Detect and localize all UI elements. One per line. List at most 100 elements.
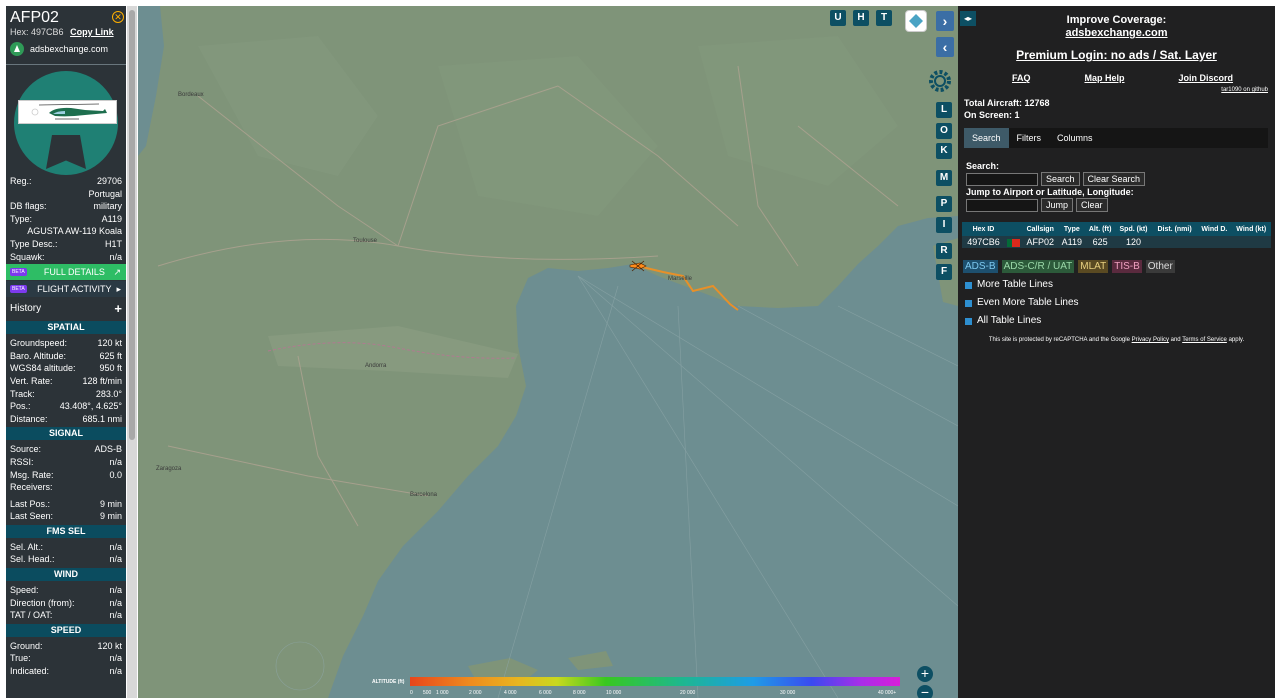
detail-key: WGS84 altitude:	[10, 363, 76, 374]
close-icon[interactable]: ✕	[112, 11, 124, 23]
detail-row: Baro. Altitude: 625 ft	[6, 350, 126, 363]
copy-link-button[interactable]: Copy Link	[70, 27, 114, 37]
detail-row: Indicated: n/a	[6, 665, 126, 678]
column-header[interactable]: Dist. (nmi)	[1151, 222, 1198, 236]
collapse-sidebar-button[interactable]: ›	[936, 11, 954, 31]
info-row: Reg.: 29706	[10, 176, 122, 186]
detail-key: Baro. Altitude:	[10, 350, 67, 361]
zoom-out-button[interactable]: −	[917, 685, 933, 698]
search-input[interactable]	[966, 172, 1038, 186]
checkbox-icon[interactable]	[965, 299, 972, 307]
tab-filters[interactable]: Filters	[1009, 128, 1050, 148]
altitude-legend-title: ALTITUDE (ft)	[372, 679, 405, 685]
toolbar-button-l[interactable]: L	[936, 102, 952, 118]
privacy-policy-link[interactable]: Privacy Policy	[1132, 337, 1169, 343]
toolbar-button-m[interactable]: M	[936, 170, 952, 186]
aircraft-photo[interactable]	[18, 100, 117, 124]
detail-key: Track:	[10, 388, 35, 399]
column-header[interactable]: Spd. (kt)	[1115, 222, 1152, 236]
settings-gear-icon[interactable]	[925, 66, 955, 96]
section-header: WIND	[6, 568, 126, 582]
improve-link[interactable]: adsbexchange.com	[958, 27, 1275, 40]
map-canvas[interactable]	[138, 6, 958, 698]
toolbar-button-p[interactable]: P	[936, 196, 952, 212]
scrollbar-thumb[interactable]	[129, 10, 135, 440]
detail-value: n/a	[109, 610, 122, 621]
on-screen-count: On Screen: 1	[964, 110, 1020, 120]
detail-value: n/a	[109, 653, 122, 664]
toolbar-button-k[interactable]: K	[936, 143, 952, 159]
search-button[interactable]: Search	[1041, 172, 1080, 186]
toolbar-button-u[interactable]: U	[830, 10, 846, 26]
toolbar-button-h[interactable]: H	[853, 10, 869, 26]
column-header[interactable]: Wind (kt)	[1231, 222, 1271, 236]
cell-wind-dir	[1197, 236, 1232, 248]
column-header[interactable]: Callsign	[1022, 222, 1059, 236]
toolbar-button-i[interactable]: I	[936, 217, 952, 233]
detail-value: 685.1 nmi	[82, 413, 122, 424]
more-table-lines-option[interactable]: More Table Lines	[958, 279, 1275, 291]
table-row[interactable]: 497CB6 AFP02 A119 625 120	[962, 236, 1271, 248]
detail-key: Vert. Rate:	[10, 375, 53, 386]
beta-badge: BETA	[10, 285, 27, 294]
detail-key: Indicated:	[10, 666, 50, 677]
history-toggle[interactable]: History +	[6, 298, 126, 319]
tab-columns[interactable]: Columns	[1049, 128, 1101, 148]
brand-label: adsbexchange.com	[30, 44, 109, 54]
altitude-legend: ALTITUDE (ft) 0 500 1 000 2 000 4 000 6 …	[370, 674, 910, 698]
clear-search-button[interactable]: Clear Search	[1082, 172, 1146, 186]
detail-key: Source:	[10, 444, 42, 455]
history-label: History	[10, 303, 42, 315]
checkbox-icon[interactable]	[965, 281, 972, 289]
terms-link[interactable]: Terms of Service	[1182, 337, 1227, 343]
discord-link[interactable]: Join Discord	[1178, 73, 1233, 83]
column-header[interactable]: Wind D.	[1197, 222, 1232, 236]
column-header[interactable]	[1004, 222, 1023, 236]
source-other: Other	[1145, 260, 1175, 273]
toolbar-button-r[interactable]: R	[936, 243, 952, 259]
full-details-button[interactable]: BETA FULL DETAILS ↗	[6, 264, 126, 281]
premium-login-link[interactable]: Premium Login: no ads / Sat. Layer	[958, 48, 1275, 62]
faq-link[interactable]: FAQ	[1012, 73, 1031, 83]
even-more-table-lines-option[interactable]: Even More Table Lines	[958, 297, 1275, 309]
plus-icon: +	[114, 301, 122, 317]
toolbar-button-f[interactable]: F	[936, 264, 952, 280]
tab-search[interactable]: Search	[964, 128, 1009, 148]
zoom-in-button[interactable]: +	[917, 666, 933, 682]
info-row: Squawk: n/a	[10, 251, 122, 262]
jump-input[interactable]	[966, 198, 1038, 212]
full-details-label: FULL DETAILS	[43, 267, 105, 278]
search-label: Search:	[966, 161, 1000, 171]
detail-key: Ground:	[10, 640, 43, 651]
detail-key: Direction (from):	[10, 597, 75, 608]
toolbar-button-o[interactable]: O	[936, 123, 952, 139]
toolbar-button-t[interactable]: T	[876, 10, 892, 26]
layers-icon	[909, 14, 923, 28]
column-header[interactable]: Alt. (ft)	[1085, 222, 1116, 236]
source-mlat: MLAT	[1078, 260, 1109, 273]
column-header[interactable]: Hex ID	[962, 222, 1005, 236]
github-link[interactable]: tar1090 on github	[958, 87, 1275, 93]
section-header: SPEED	[6, 623, 126, 637]
city-label: Marseille	[668, 276, 693, 282]
map-help-link[interactable]: Map Help	[1084, 73, 1124, 83]
detail-value: n/a	[109, 597, 122, 608]
checkbox-icon[interactable]	[965, 317, 972, 325]
expand-sidebar-button[interactable]: ‹	[936, 37, 954, 57]
flight-activity-label: FLIGHT ACTIVITY	[37, 284, 112, 295]
jump-button[interactable]: Jump	[1041, 198, 1074, 212]
column-header[interactable]: Type	[1058, 222, 1086, 236]
brand-link[interactable]: adsbexchange.com	[10, 42, 122, 56]
city-label: Andorra	[365, 363, 387, 369]
flight-activity-button[interactable]: BETA FLIGHT ACTIVITY ▸	[6, 281, 126, 298]
expand-width-icon[interactable]: ◂▸	[960, 11, 976, 26]
detail-key: Msg. Rate:	[10, 469, 54, 480]
clear-jump-button[interactable]: Clear	[1076, 198, 1108, 212]
layers-button[interactable]	[905, 10, 927, 32]
map-view[interactable]: Bordeaux Toulouse Andorra Barcelona Zara…	[138, 6, 958, 698]
external-link-icon: ↗	[113, 266, 121, 277]
detail-value: n/a	[109, 585, 122, 596]
info-row: Portugal	[88, 188, 122, 199]
left-panel-scrollbar[interactable]	[127, 6, 137, 698]
all-table-lines-option[interactable]: All Table Lines	[958, 315, 1275, 327]
